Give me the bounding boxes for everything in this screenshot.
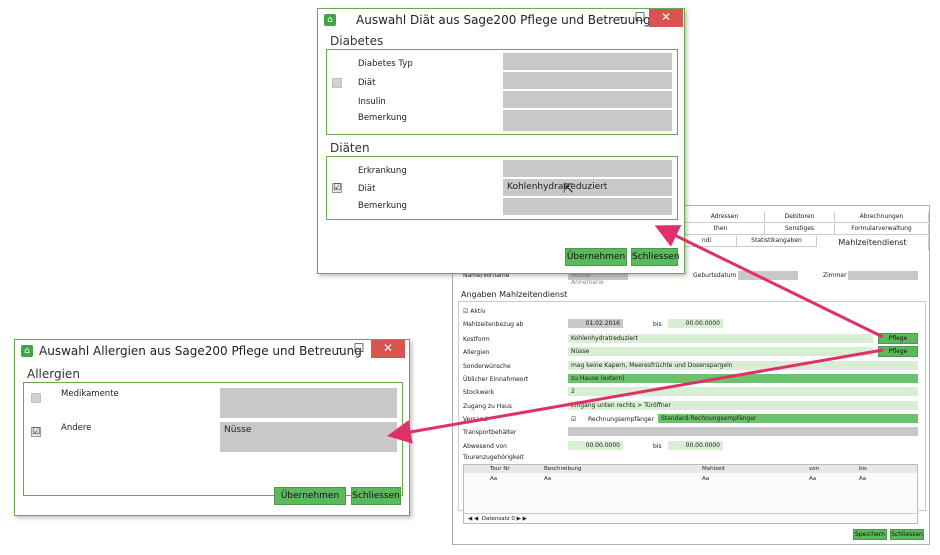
annotation-arrows <box>387 225 884 444</box>
arrow-to-allergien-dialog <box>387 348 884 444</box>
arrow-to-diat-dialog <box>654 225 884 339</box>
